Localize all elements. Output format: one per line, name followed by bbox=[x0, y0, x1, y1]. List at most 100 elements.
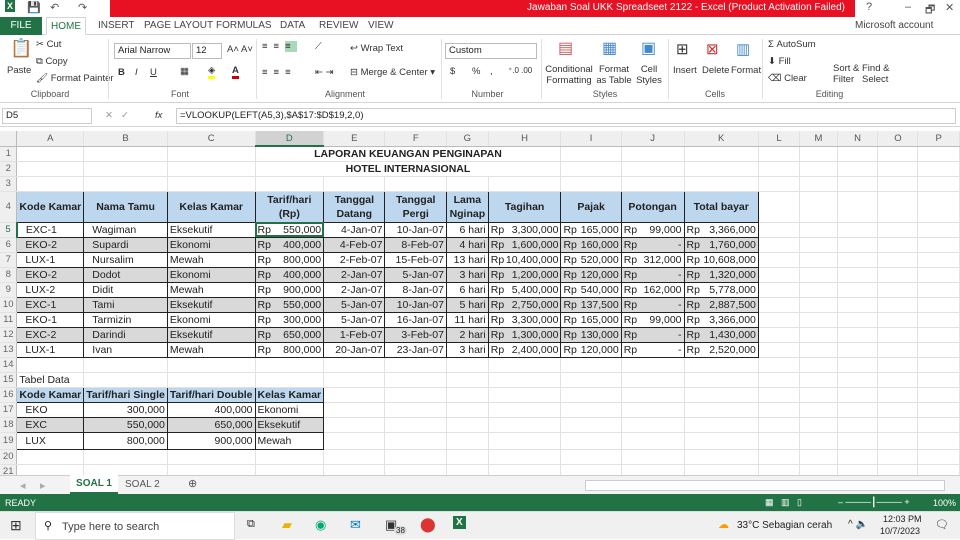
cell[interactable] bbox=[621, 387, 685, 403]
windows-start-icon[interactable]: ⊞ bbox=[10, 517, 22, 534]
row-header-18[interactable]: 18 bbox=[0, 417, 18, 433]
cell[interactable] bbox=[621, 357, 685, 373]
cell[interactable] bbox=[799, 327, 838, 343]
indent-icons[interactable]: ⇤ ⇥ bbox=[315, 67, 334, 78]
currency-cell[interactable]: Rp 550,000 bbox=[254, 221, 325, 238]
currency-cell[interactable]: Rp 520,000 bbox=[560, 251, 622, 268]
arrival-date[interactable]: 20-Jan-07 bbox=[323, 341, 386, 358]
cell[interactable] bbox=[83, 449, 168, 465]
prev-sheet-icon[interactable]: ◂ bbox=[20, 479, 26, 492]
single-rate[interactable]: 300,000 bbox=[83, 401, 168, 418]
room-code[interactable]: EXC-1 bbox=[16, 221, 85, 238]
departure-date[interactable]: 5-Jan-07 bbox=[384, 266, 447, 283]
cell[interactable] bbox=[917, 222, 960, 238]
comma-button[interactable]: , bbox=[490, 66, 493, 77]
cell[interactable] bbox=[799, 267, 838, 283]
arrival-date[interactable]: 2-Feb-07 bbox=[323, 251, 386, 268]
guest-name[interactable]: Tami bbox=[83, 296, 168, 313]
currency-cell[interactable]: Rp 160,000 bbox=[560, 236, 622, 253]
cell[interactable] bbox=[799, 432, 838, 450]
cell[interactable] bbox=[837, 222, 879, 238]
notifications-icon[interactable]: 🗨 bbox=[935, 518, 949, 531]
cell[interactable] bbox=[323, 432, 386, 450]
cell[interactable] bbox=[255, 372, 325, 388]
cell[interactable] bbox=[877, 342, 919, 358]
column-title[interactable]: Kode Kamar bbox=[16, 190, 85, 223]
currency-cell[interactable]: Rp 1,600,000 bbox=[487, 236, 562, 253]
currency-cell[interactable]: Rp 800,000 bbox=[254, 341, 325, 358]
cell[interactable] bbox=[684, 176, 759, 192]
cell[interactable] bbox=[799, 161, 838, 177]
cell[interactable] bbox=[837, 146, 879, 162]
cell[interactable] bbox=[758, 327, 801, 343]
column-header-l[interactable]: L bbox=[758, 131, 801, 147]
cell[interactable] bbox=[560, 357, 622, 373]
stay-length[interactable]: 3 hari bbox=[445, 341, 489, 358]
cell[interactable] bbox=[917, 252, 960, 268]
room-code[interactable]: EXC-2 bbox=[16, 326, 85, 343]
cell[interactable] bbox=[384, 449, 447, 465]
cell[interactable] bbox=[488, 372, 562, 388]
room-code[interactable]: LUX-1 bbox=[16, 341, 85, 358]
cell[interactable] bbox=[384, 372, 447, 388]
cell[interactable] bbox=[799, 357, 838, 373]
cell[interactable] bbox=[488, 176, 562, 192]
row-header-2[interactable]: 2 bbox=[0, 161, 18, 177]
row-header-8[interactable]: 8 bbox=[0, 267, 18, 283]
report-subtitle[interactable]: HOTEL INTERNASIONAL bbox=[255, 161, 562, 177]
cell[interactable] bbox=[799, 417, 838, 433]
room-class[interactable]: Mewah bbox=[166, 281, 256, 298]
cancel-enter-icons[interactable]: ✕ ✓ bbox=[105, 110, 129, 121]
cell[interactable] bbox=[917, 449, 960, 465]
row-header-17[interactable]: 17 bbox=[0, 402, 18, 418]
cell[interactable] bbox=[877, 387, 919, 403]
vertical-align-icons[interactable]: ≡≡≡ bbox=[262, 41, 297, 52]
next-sheet-icon[interactable]: ▸ bbox=[40, 479, 46, 492]
cell[interactable] bbox=[16, 146, 85, 162]
cell[interactable] bbox=[877, 312, 919, 328]
report-title[interactable]: LAPORAN KEUANGAN PENGINAPAN bbox=[255, 146, 562, 162]
cell[interactable] bbox=[799, 449, 838, 465]
horizontal-align-icons[interactable]: ≡≡≡ bbox=[262, 67, 297, 78]
row-header-15[interactable]: 15 bbox=[0, 372, 18, 388]
row-header-20[interactable]: 20 bbox=[0, 449, 18, 465]
currency-cell[interactable]: Rp 540,000 bbox=[560, 281, 622, 298]
data-table-label[interactable]: Tabel Data bbox=[16, 372, 85, 388]
stay-length[interactable]: 11 hari bbox=[445, 311, 489, 328]
currency-cell[interactable]: Rp 5,400,000 bbox=[487, 281, 562, 298]
stay-length[interactable]: 3 hari bbox=[445, 266, 489, 283]
cell[interactable] bbox=[684, 402, 759, 418]
cell[interactable] bbox=[799, 342, 838, 358]
currency-cell[interactable]: Rp 312,000 bbox=[620, 251, 685, 268]
stay-length[interactable]: 2 hari bbox=[445, 326, 489, 343]
cell[interactable] bbox=[758, 402, 801, 418]
cell[interactable] bbox=[758, 449, 801, 465]
cell[interactable] bbox=[917, 357, 960, 373]
currency-cell[interactable]: Rp - bbox=[620, 296, 685, 313]
guest-name[interactable]: Ivan bbox=[83, 341, 168, 358]
currency-cell[interactable]: Rp 400,000 bbox=[254, 236, 325, 253]
redo-icon[interactable]: ↷ bbox=[78, 1, 87, 14]
cell[interactable] bbox=[560, 161, 622, 177]
cell[interactable] bbox=[837, 312, 879, 328]
column-header-p[interactable]: P bbox=[917, 131, 960, 147]
cell[interactable] bbox=[560, 432, 622, 450]
cell[interactable] bbox=[167, 176, 256, 192]
column-header-f[interactable]: F bbox=[384, 131, 447, 147]
currency-cell[interactable]: Rp 2,520,000 bbox=[683, 341, 759, 358]
arrival-date[interactable]: 4-Feb-07 bbox=[323, 236, 386, 253]
currency-cell[interactable]: Rp 3,366,000 bbox=[683, 311, 759, 328]
cell[interactable] bbox=[917, 176, 960, 192]
column-title[interactable]: Tanggal Datang bbox=[323, 190, 386, 223]
row-header-13[interactable]: 13 bbox=[0, 342, 18, 358]
data-column-title[interactable]: Kode Kamar bbox=[16, 386, 85, 403]
cell[interactable] bbox=[877, 402, 919, 418]
zoom-slider[interactable]: – ────┃──── + bbox=[838, 497, 910, 508]
column-header-k[interactable]: K bbox=[684, 131, 759, 147]
save-icon[interactable]: 💾 bbox=[27, 1, 41, 14]
cell[interactable] bbox=[917, 387, 960, 403]
stay-length[interactable]: 5 hari bbox=[445, 296, 489, 313]
cell[interactable] bbox=[837, 161, 879, 177]
row-header-10[interactable]: 10 bbox=[0, 297, 18, 313]
cell[interactable] bbox=[560, 417, 622, 433]
